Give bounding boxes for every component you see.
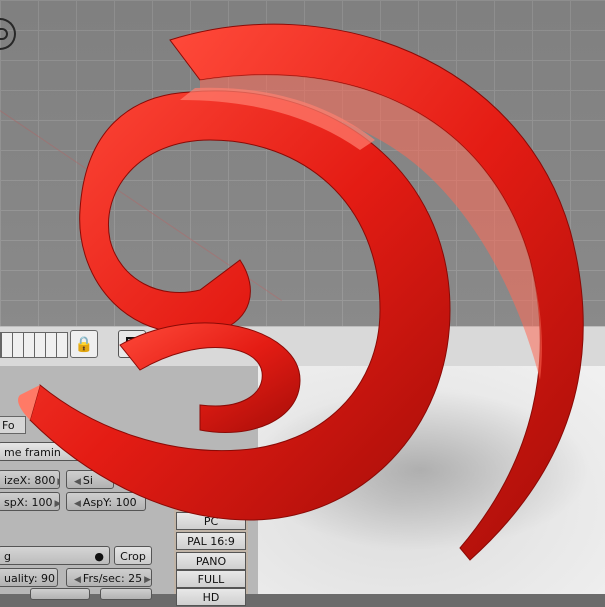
field-partial[interactable] (100, 588, 152, 600)
asp-y-label: AspY: 100 (82, 496, 137, 509)
view-rotate-icon[interactable] (0, 18, 16, 50)
quality-field[interactable]: uality: 90▶ (0, 568, 58, 587)
image-format-select[interactable]: g ● (0, 546, 110, 565)
size-y-label: Si (82, 474, 93, 487)
preset-full-button[interactable]: FULL (176, 570, 246, 588)
layer-buttons[interactable] (0, 332, 68, 358)
size-y-field[interactable]: ◀ Si (66, 470, 114, 489)
size-x-label: izeX: 800 (4, 474, 56, 487)
render-window-button[interactable] (118, 330, 146, 358)
increment-arrow-icon: ▶ (55, 477, 59, 487)
decrement-arrow-icon: ◀ (74, 477, 81, 487)
size-x-field[interactable]: izeX: 800▶ (0, 470, 60, 489)
3d-viewport[interactable] (0, 0, 605, 340)
increment-arrow-icon: ▶ (52, 499, 59, 509)
decrement-arrow-icon: ◀ (74, 499, 81, 509)
field-partial[interactable] (30, 588, 90, 600)
lock-button[interactable]: 🔒 (70, 330, 98, 358)
asp-x-label: spX: 100 (4, 496, 53, 509)
asp-x-field[interactable]: spX: 100▶ (0, 492, 60, 511)
preset-pano-button[interactable]: PANO (176, 552, 246, 570)
increment-arrow-icon: ▶ (55, 575, 57, 585)
x-axis-line (0, 110, 282, 301)
dropdown-dot-icon: ● (94, 550, 104, 563)
format-value: g (4, 550, 11, 563)
crop-button[interactable]: Crop (114, 546, 152, 565)
game-framing-button[interactable]: me framin (0, 442, 88, 461)
preset-pc-button[interactable]: PC (176, 512, 246, 530)
format-tab[interactable]: Fo (0, 416, 26, 434)
decrement-arrow-icon: ◀ (74, 575, 81, 585)
asp-y-field[interactable]: ◀ AspY: 100 (66, 492, 146, 511)
panel-backdrop (258, 366, 605, 594)
preset-hd-button[interactable]: HD (176, 588, 246, 606)
fps-label: Frs/sec: 25 (82, 572, 143, 585)
fps-field[interactable]: ◀ Frs/sec: 25 ▶ (66, 568, 152, 587)
quality-label: uality: 90 (4, 572, 56, 585)
lock-icon: 🔒 (74, 335, 94, 353)
increment-arrow-icon: ▶ (144, 575, 152, 585)
preset-pal169-button[interactable]: PAL 16:9 (176, 532, 246, 550)
